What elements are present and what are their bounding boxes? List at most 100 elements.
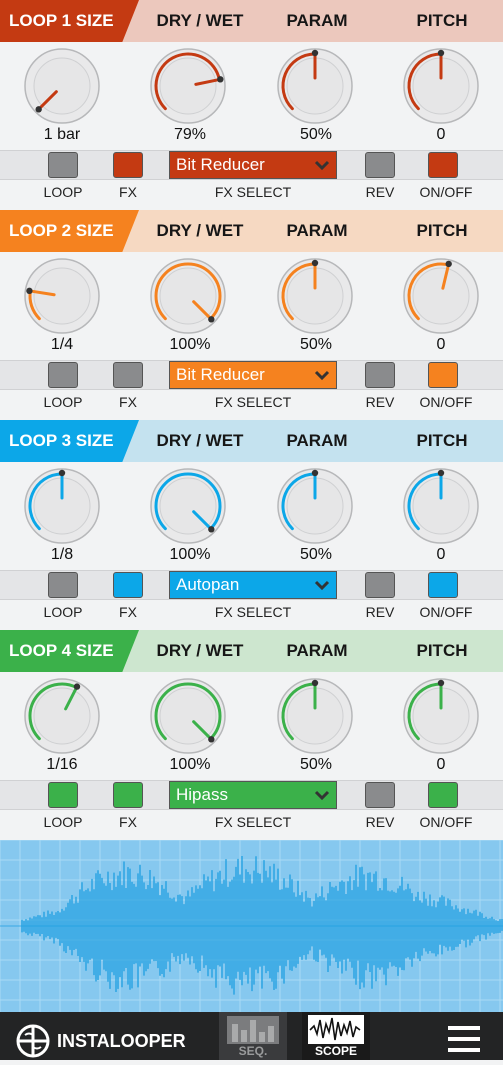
pitch-value: 0 <box>436 336 446 353</box>
param-knob[interactable] <box>275 676 355 756</box>
fx-select-value: Bit Reducer <box>176 365 265 384</box>
fx-toggle[interactable] <box>113 572 143 598</box>
loop-size-value: 1/16 <box>46 756 78 773</box>
dry-wet-knob[interactable] <box>148 256 228 336</box>
loop-2-section: LOOP 2 SIZE DRY / WET PARAM PITCH 1/4 100% 50%… <box>0 210 503 420</box>
onoff-toggle[interactable] <box>428 362 458 388</box>
pitch-knob[interactable] <box>401 46 481 126</box>
dry-wet-heading: DRY / WET <box>156 431 244 450</box>
loop-size-knob[interactable] <box>22 46 102 126</box>
waveform-scope <box>0 839 503 1012</box>
seq-button[interactable]: SEQ. <box>219 1012 287 1060</box>
fx-select-dropdown[interactable]: Bit Reducer <box>169 151 337 179</box>
pitch-heading: PITCH <box>416 11 468 30</box>
pitch-knob[interactable] <box>401 256 481 336</box>
loop-3-size-tab[interactable]: LOOP 3 SIZE <box>0 420 139 462</box>
onoff-label: ON/OFF <box>419 184 473 200</box>
dry-wet-value: 100% <box>169 756 211 773</box>
loop-size-knob[interactable] <box>22 256 102 336</box>
loop-toggle[interactable] <box>48 572 78 598</box>
rev-toggle[interactable] <box>365 152 395 178</box>
scope-button[interactable]: SCOPE <box>302 1012 370 1060</box>
param-knob[interactable] <box>275 256 355 336</box>
rev-toggle[interactable] <box>365 782 395 808</box>
pitch-value: 0 <box>436 126 446 143</box>
loop-size-knob[interactable] <box>22 676 102 756</box>
loop-1-section: LOOP 1 SIZE DRY / WET PARAM PITCH 1 bar 79% 50… <box>0 0 503 210</box>
loop-size-knob[interactable] <box>22 466 102 546</box>
dry-wet-knob[interactable] <box>148 466 228 546</box>
pitch-heading: PITCH <box>416 221 468 240</box>
fx-toggle[interactable] <box>113 782 143 808</box>
param-heading: PARAM <box>286 431 348 450</box>
fx-select-dropdown[interactable]: Bit Reducer <box>169 361 337 389</box>
pitch-heading: PITCH <box>416 641 468 660</box>
fx-label: FX <box>119 184 137 200</box>
seq-label: SEQ. <box>238 1044 268 1058</box>
loop-2-size-tab[interactable]: LOOP 2 SIZE <box>0 210 139 252</box>
pitch-value: 0 <box>436 546 446 563</box>
dry-wet-heading: DRY / WET <box>156 221 244 240</box>
fx-select-label: FX SELECT <box>214 184 292 200</box>
onoff-label: ON/OFF <box>419 394 473 410</box>
scope-label: SCOPE <box>314 1044 357 1058</box>
chevron-down-icon <box>314 160 330 171</box>
fx-label: FX <box>119 814 137 830</box>
dry-wet-knob[interactable] <box>148 676 228 756</box>
pitch-value: 0 <box>436 756 446 773</box>
waveform-display <box>0 839 503 1012</box>
hamburger-menu-icon[interactable] <box>447 1024 481 1054</box>
fx-select-value: Bit Reducer <box>176 155 265 174</box>
fx-select-dropdown[interactable]: Autopan <box>169 571 337 599</box>
fx-select-label: FX SELECT <box>214 814 292 830</box>
fx-label: FX <box>119 394 137 410</box>
chevron-down-icon <box>314 370 330 381</box>
rev-toggle[interactable] <box>365 572 395 598</box>
fx-select-value: Autopan <box>176 575 240 594</box>
fx-select-value: Hipass <box>176 785 228 804</box>
param-knob[interactable] <box>275 466 355 546</box>
dry-wet-heading: DRY / WET <box>156 641 244 660</box>
pitch-heading: PITCH <box>416 431 468 450</box>
rev-toggle[interactable] <box>365 362 395 388</box>
fx-toggle[interactable] <box>113 362 143 388</box>
loop-3-section: LOOP 3 SIZE DRY / WET PARAM PITCH 1/8 100% 50%… <box>0 420 503 630</box>
loop-4-section: LOOP 4 SIZE DRY / WET PARAM PITCH 1/16 100% 50… <box>0 630 503 840</box>
pitch-knob[interactable] <box>401 466 481 546</box>
fx-select-label: FX SELECT <box>214 604 292 620</box>
param-knob[interactable] <box>275 46 355 126</box>
fx-select-dropdown[interactable]: Hipass <box>169 781 337 809</box>
param-value: 50% <box>299 756 333 773</box>
loop-size-value: 1/4 <box>50 336 74 353</box>
loop-toggle[interactable] <box>48 152 78 178</box>
loop-size-value: 1/8 <box>50 546 74 563</box>
dry-wet-value: 100% <box>169 546 211 563</box>
param-value: 50% <box>299 546 333 563</box>
instalooper-logo-icon <box>16 1024 50 1058</box>
fx-toggle[interactable] <box>113 152 143 178</box>
onoff-toggle[interactable] <box>428 572 458 598</box>
param-value: 50% <box>299 126 333 143</box>
loop-4-size-tab[interactable]: LOOP 4 SIZE <box>0 630 139 672</box>
loop-size-value: 1 bar <box>43 126 81 143</box>
chevron-down-icon <box>314 580 330 591</box>
onoff-toggle[interactable] <box>428 782 458 808</box>
param-heading: PARAM <box>286 641 348 660</box>
fx-label: FX <box>119 604 137 620</box>
onoff-label: ON/OFF <box>419 604 473 620</box>
loop-toggle[interactable] <box>48 782 78 808</box>
onoff-label: ON/OFF <box>419 814 473 830</box>
dry-wet-knob[interactable] <box>148 46 228 126</box>
param-heading: PARAM <box>286 221 348 240</box>
dry-wet-heading: DRY / WET <box>156 11 244 30</box>
chevron-down-icon <box>314 790 330 801</box>
param-value: 50% <box>299 336 333 353</box>
dry-wet-value: 79% <box>173 126 207 143</box>
onoff-toggle[interactable] <box>428 152 458 178</box>
pitch-knob[interactable] <box>401 676 481 756</box>
fx-select-label: FX SELECT <box>214 394 292 410</box>
loop-1-size-tab[interactable]: LOOP 1 SIZE <box>0 0 139 42</box>
dry-wet-value: 100% <box>169 336 211 353</box>
loop-toggle[interactable] <box>48 362 78 388</box>
param-heading: PARAM <box>286 11 348 30</box>
